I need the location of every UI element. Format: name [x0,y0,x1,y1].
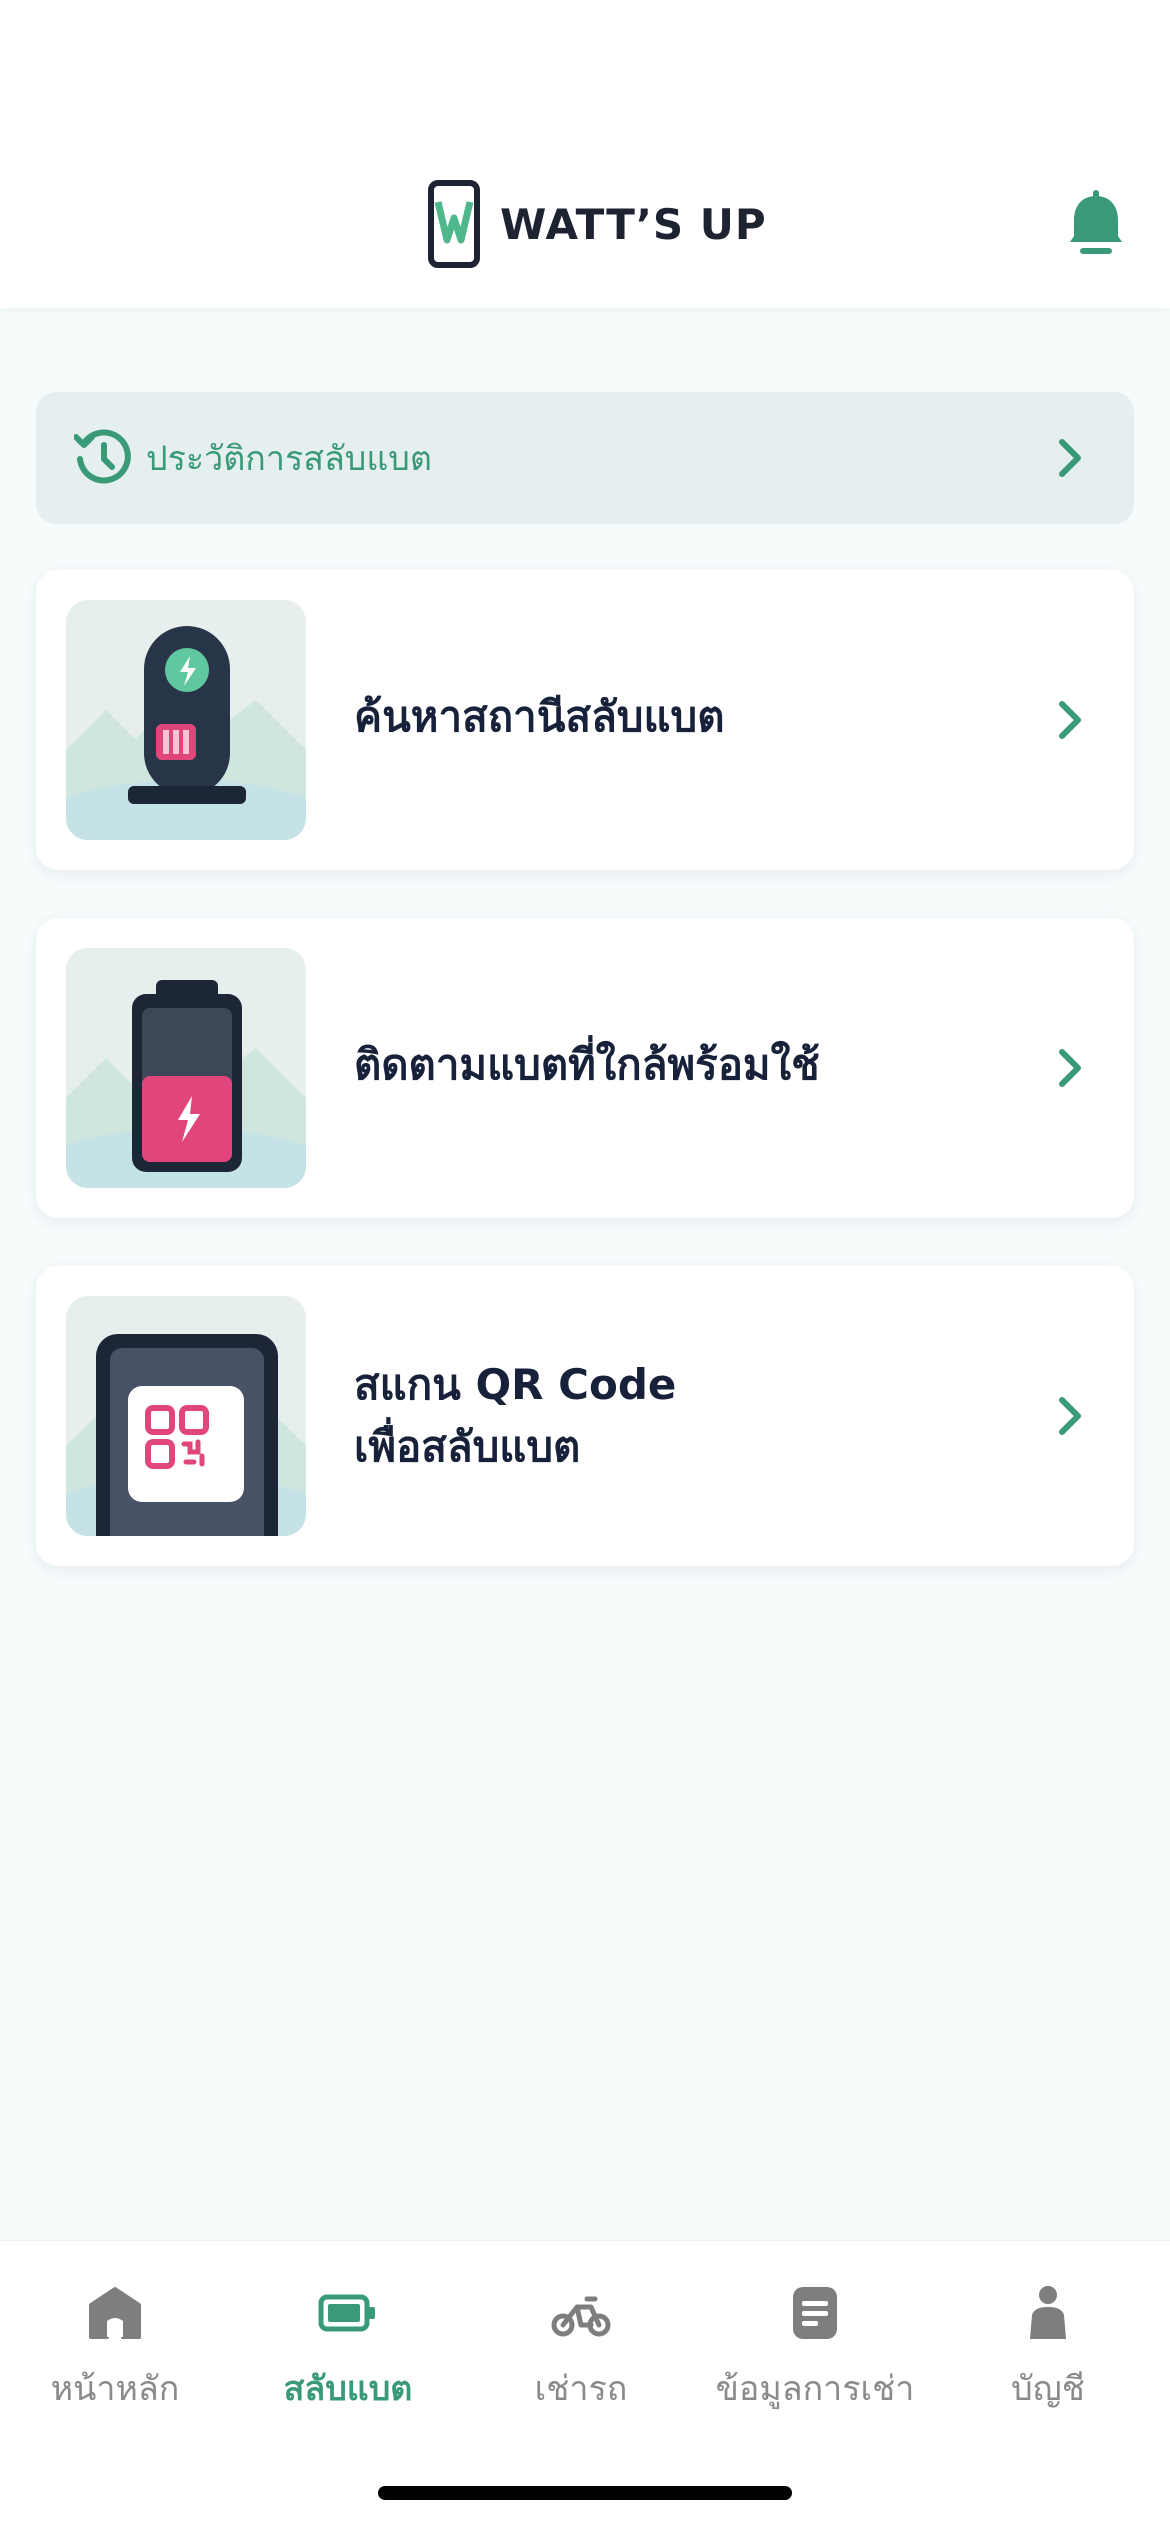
find-station-card[interactable]: ค้นหาสถานีสลับแบต [36,570,1134,870]
qr-illustration [66,1296,306,1536]
scan-qr-title: สแกน QR Code เพื่อสลับแบต [354,1354,676,1478]
bell-icon[interactable] [1066,190,1126,256]
nav-item-account[interactable]: บัญชี [933,2285,1163,2415]
nav-label-swap-battery: สลับแบต [283,2369,413,2409]
station-illustration [66,600,306,840]
scan-qr-title-line1: สแกน QR Code [354,1360,677,1409]
history-icon [74,429,131,484]
document-icon [793,2287,837,2339]
brand-logo: WATT’S UP [428,180,767,268]
nav-label-rental-info: ข้อมูลการเช่า [715,2369,915,2409]
swap-battery-screen: WATT’S UP ประวัติการสลับแบต ค้นหาสถานีสล… [0,0,1170,2532]
scan-qr-title-line2: เพื่อสลับแบต [354,1422,581,1471]
chevron-right-icon [1059,1049,1081,1087]
scan-qr-card[interactable]: สแกน QR Code เพื่อสลับแบต [36,1266,1134,1566]
app-header: WATT’S UP [0,0,1170,308]
home-icon [89,2287,141,2339]
find-station-title: ค้นหาสถานีสลับแบต [354,692,725,741]
brand-name: WATT’S UP [500,199,767,249]
home-indicator[interactable] [378,2486,792,2500]
nav-label-account: บัญชี [1011,2369,1085,2409]
swap-history-label: ประวัติการสลับแบต [146,439,432,479]
logo-mark-icon [428,180,480,268]
battery-illustration [66,948,306,1188]
nav-label-home: หน้าหลัก [50,2369,180,2409]
chevron-right-icon [1059,1397,1081,1435]
chevron-right-icon [1059,439,1081,477]
scooter-icon [551,2296,611,2337]
track-battery-card[interactable]: ติดตามแบตที่ใกล้พร้อมใช้ [36,918,1134,1218]
nav-label-rent-scooter: เช่ารถ [534,2369,628,2409]
nav-item-rental-info[interactable]: ข้อมูลการเช่า [700,2285,930,2415]
nav-item-home[interactable]: หน้าหลัก [0,2285,230,2415]
track-battery-title: ติดตามแบตที่ใกล้พร้อมใช้ [354,1040,820,1089]
battery-status-icon [66,948,306,1188]
chevron-right-icon [1059,701,1081,739]
nav-item-swap-battery[interactable]: สลับแบต [233,2285,463,2415]
qr-scan-icon [66,1296,306,1536]
swap-history-button[interactable]: ประวัติการสลับแบต [36,392,1134,524]
nav-item-rent-scooter[interactable]: เช่ารถ [466,2285,696,2415]
battery-icon [318,2294,375,2332]
station-icon [66,600,306,840]
person-icon [1030,2286,1066,2339]
